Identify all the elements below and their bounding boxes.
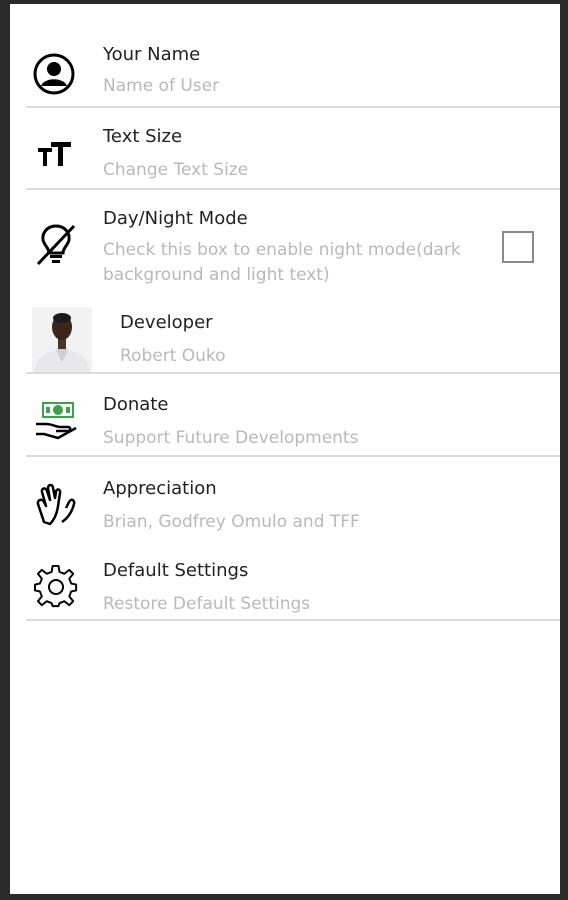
pref-summary: Robert Ouko (120, 346, 226, 366)
divider (26, 188, 560, 190)
pref-default-settings[interactable]: Default Settings Restore Default Setting… (10, 546, 560, 618)
pref-title: Developer (120, 312, 213, 333)
money-hand-icon (34, 398, 78, 442)
pref-title: Your Name (103, 44, 201, 65)
pref-day-night-mode[interactable]: Day/Night Mode Check this box to enable … (10, 198, 560, 294)
pref-title: Donate (103, 394, 169, 415)
pref-summary: Name of User (103, 76, 220, 96)
divider (26, 619, 560, 621)
pref-your-name[interactable]: Your Name Name of User (10, 34, 560, 106)
gear-icon (34, 564, 78, 608)
pref-donate[interactable]: Donate Support Future Developments (10, 382, 560, 454)
clapping-hands-icon (34, 482, 78, 526)
divider (26, 106, 560, 108)
text-size-icon (34, 134, 78, 178)
pref-text-size[interactable]: Text Size Change Text Size (10, 116, 560, 188)
pref-summary: Support Future Developments (103, 428, 359, 448)
divider (26, 372, 560, 374)
pref-summary: Check this box to enable night mode(dark… (103, 240, 461, 285)
lightbulb-off-icon (34, 222, 78, 266)
pref-appreciation[interactable]: Appreciation Brian, Godfrey Omulo and TF… (10, 464, 560, 536)
pref-summary: Change Text Size (103, 160, 249, 180)
device-frame: Your Name Name of User Text Size Change … (0, 0, 568, 900)
pref-title: Default Settings (103, 560, 249, 581)
pref-summary: Restore Default Settings (103, 594, 311, 614)
pref-title: Appreciation (103, 478, 217, 499)
settings-screen: Your Name Name of User Text Size Change … (10, 4, 560, 894)
developer-photo (32, 307, 92, 373)
pref-developer[interactable]: Developer Robert Ouko (10, 300, 560, 372)
divider (26, 455, 560, 457)
night-mode-checkbox[interactable] (502, 231, 534, 263)
pref-title: Day/Night Mode (103, 208, 248, 229)
pref-summary: Brian, Godfrey Omulo and TFF (103, 512, 360, 532)
account-circle-icon (32, 52, 76, 96)
pref-title: Text Size (103, 126, 183, 147)
